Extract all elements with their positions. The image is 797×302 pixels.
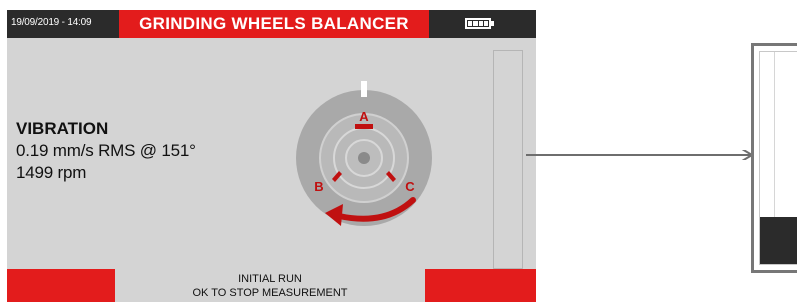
gauge-level-fill xyxy=(760,217,797,264)
wheel-diagram: A B C xyxy=(296,81,432,226)
reference-marker xyxy=(361,81,367,97)
marker-b-label: B xyxy=(314,179,323,194)
vibration-readout: VIBRATION 0.19 mm/s RMS @ 151° 1499 rpm xyxy=(16,118,196,184)
gauge-zoom-inner xyxy=(759,51,797,265)
vibration-label: VIBRATION xyxy=(16,119,109,138)
marker-c-label: C xyxy=(405,179,415,194)
battery-tip xyxy=(491,21,494,26)
weight-a xyxy=(355,124,373,129)
page-title: GRINDING WHEELS BALANCER xyxy=(119,10,429,38)
top-bar: 19/09/2019 - 14:09 GRINDING WHEELS BALAN… xyxy=(7,10,536,38)
rpm-value: 1499 rpm xyxy=(16,163,87,182)
right-softkey-button[interactable] xyxy=(425,269,536,302)
balancer-screen: 19/09/2019 - 14:09 GRINDING WHEELS BALAN… xyxy=(7,10,536,302)
status-line-2: OK TO STOP MEASUREMENT xyxy=(192,287,348,299)
marker-a-label: A xyxy=(359,109,369,124)
vibration-value: 0.19 mm/s RMS @ 151° xyxy=(16,141,196,160)
datetime: 19/09/2019 - 14:09 xyxy=(11,17,92,28)
gauge-zoom-frame xyxy=(751,43,797,273)
status-message: INITIAL RUN OK TO STOP MEASUREMENT xyxy=(115,269,425,302)
level-gauge xyxy=(493,50,523,269)
status-line-1: INITIAL RUN xyxy=(238,273,302,285)
wheel-hub xyxy=(358,152,370,164)
battery-full-icon xyxy=(465,18,491,29)
left-softkey-button[interactable] xyxy=(7,269,115,302)
zoom-connector-arrow xyxy=(526,150,754,160)
